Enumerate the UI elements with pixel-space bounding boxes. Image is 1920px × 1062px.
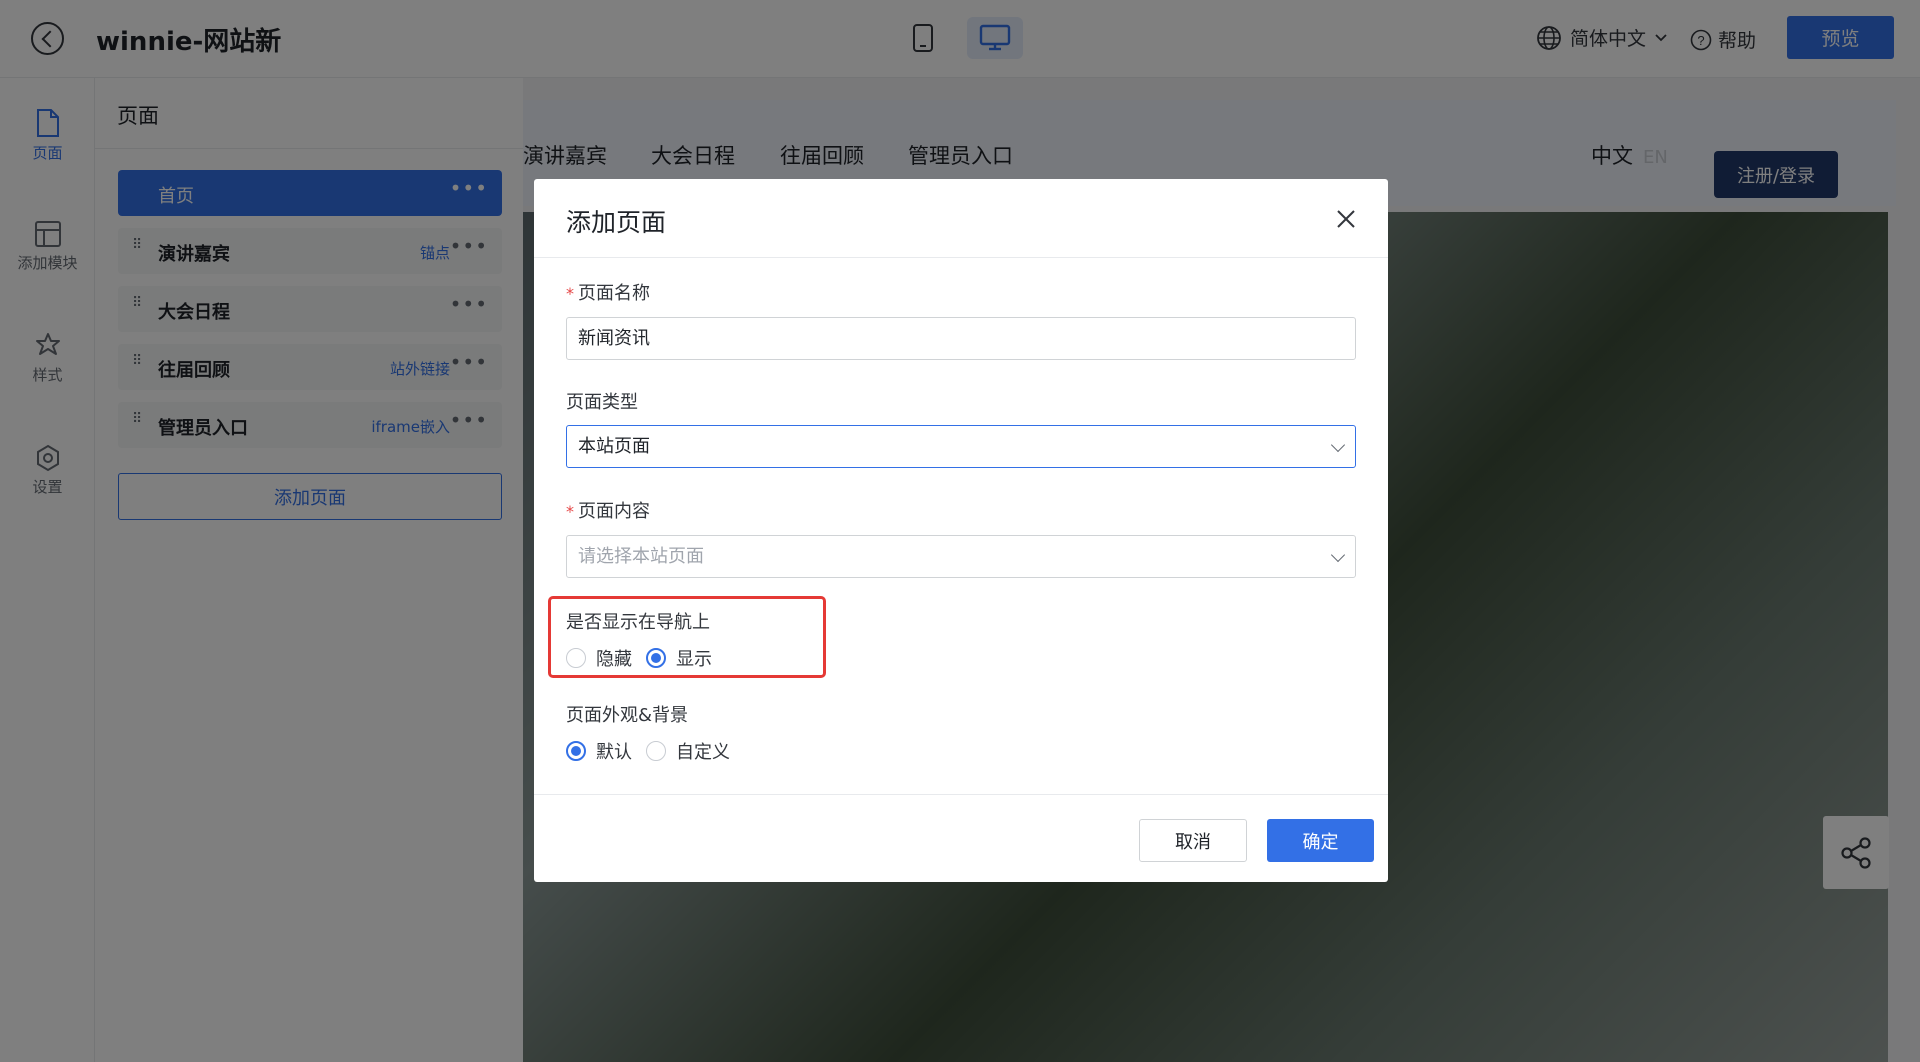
radio-show[interactable]	[646, 648, 666, 668]
required-mark: *	[566, 284, 574, 303]
appearance-label: 页面外观&背景	[566, 705, 689, 726]
radio-hide[interactable]	[566, 648, 586, 668]
dialog-title: 添加页面	[566, 208, 667, 237]
divider	[534, 794, 1388, 795]
close-icon[interactable]	[1334, 207, 1358, 231]
divider	[534, 257, 1388, 258]
page-type-label: 页面类型	[566, 392, 638, 413]
cancel-button[interactable]: 取消	[1139, 819, 1247, 862]
radio-default-label[interactable]: 默认	[596, 738, 632, 764]
page-type-value: 本站页面	[578, 436, 650, 457]
radio-default[interactable]	[566, 741, 586, 761]
page-name-label: * 页面名称	[566, 279, 650, 305]
radio-custom-label[interactable]: 自定义	[676, 738, 730, 764]
radio-custom[interactable]	[646, 741, 666, 761]
show-in-nav-radio-group: 隐藏 显示	[566, 645, 726, 671]
page-content-label-text: 页面内容	[578, 501, 650, 522]
page-name-input[interactable]: 新闻资讯	[566, 317, 1356, 360]
chevron-down-icon	[1330, 547, 1346, 563]
page-type-select[interactable]: 本站页面	[566, 425, 1356, 468]
page-name-label-text: 页面名称	[578, 283, 650, 304]
radio-hide-label[interactable]: 隐藏	[596, 645, 632, 671]
required-mark: *	[566, 502, 574, 521]
confirm-button[interactable]: 确定	[1267, 819, 1374, 862]
page-content-select[interactable]: 请选择本站页面	[566, 535, 1356, 578]
appearance-radio-group: 默认 自定义	[566, 738, 744, 764]
show-in-nav-label: 是否显示在导航上	[566, 612, 710, 633]
page-name-value: 新闻资讯	[578, 328, 650, 349]
page-content-label: * 页面内容	[566, 497, 650, 523]
page-content-placeholder: 请选择本站页面	[578, 546, 704, 567]
radio-show-label[interactable]: 显示	[676, 645, 712, 671]
chevron-down-icon	[1330, 437, 1346, 453]
add-page-dialog: 添加页面 * 页面名称 新闻资讯 页面类型 本站页面 * 页面内容 请选择本站页面 …	[534, 179, 1388, 882]
